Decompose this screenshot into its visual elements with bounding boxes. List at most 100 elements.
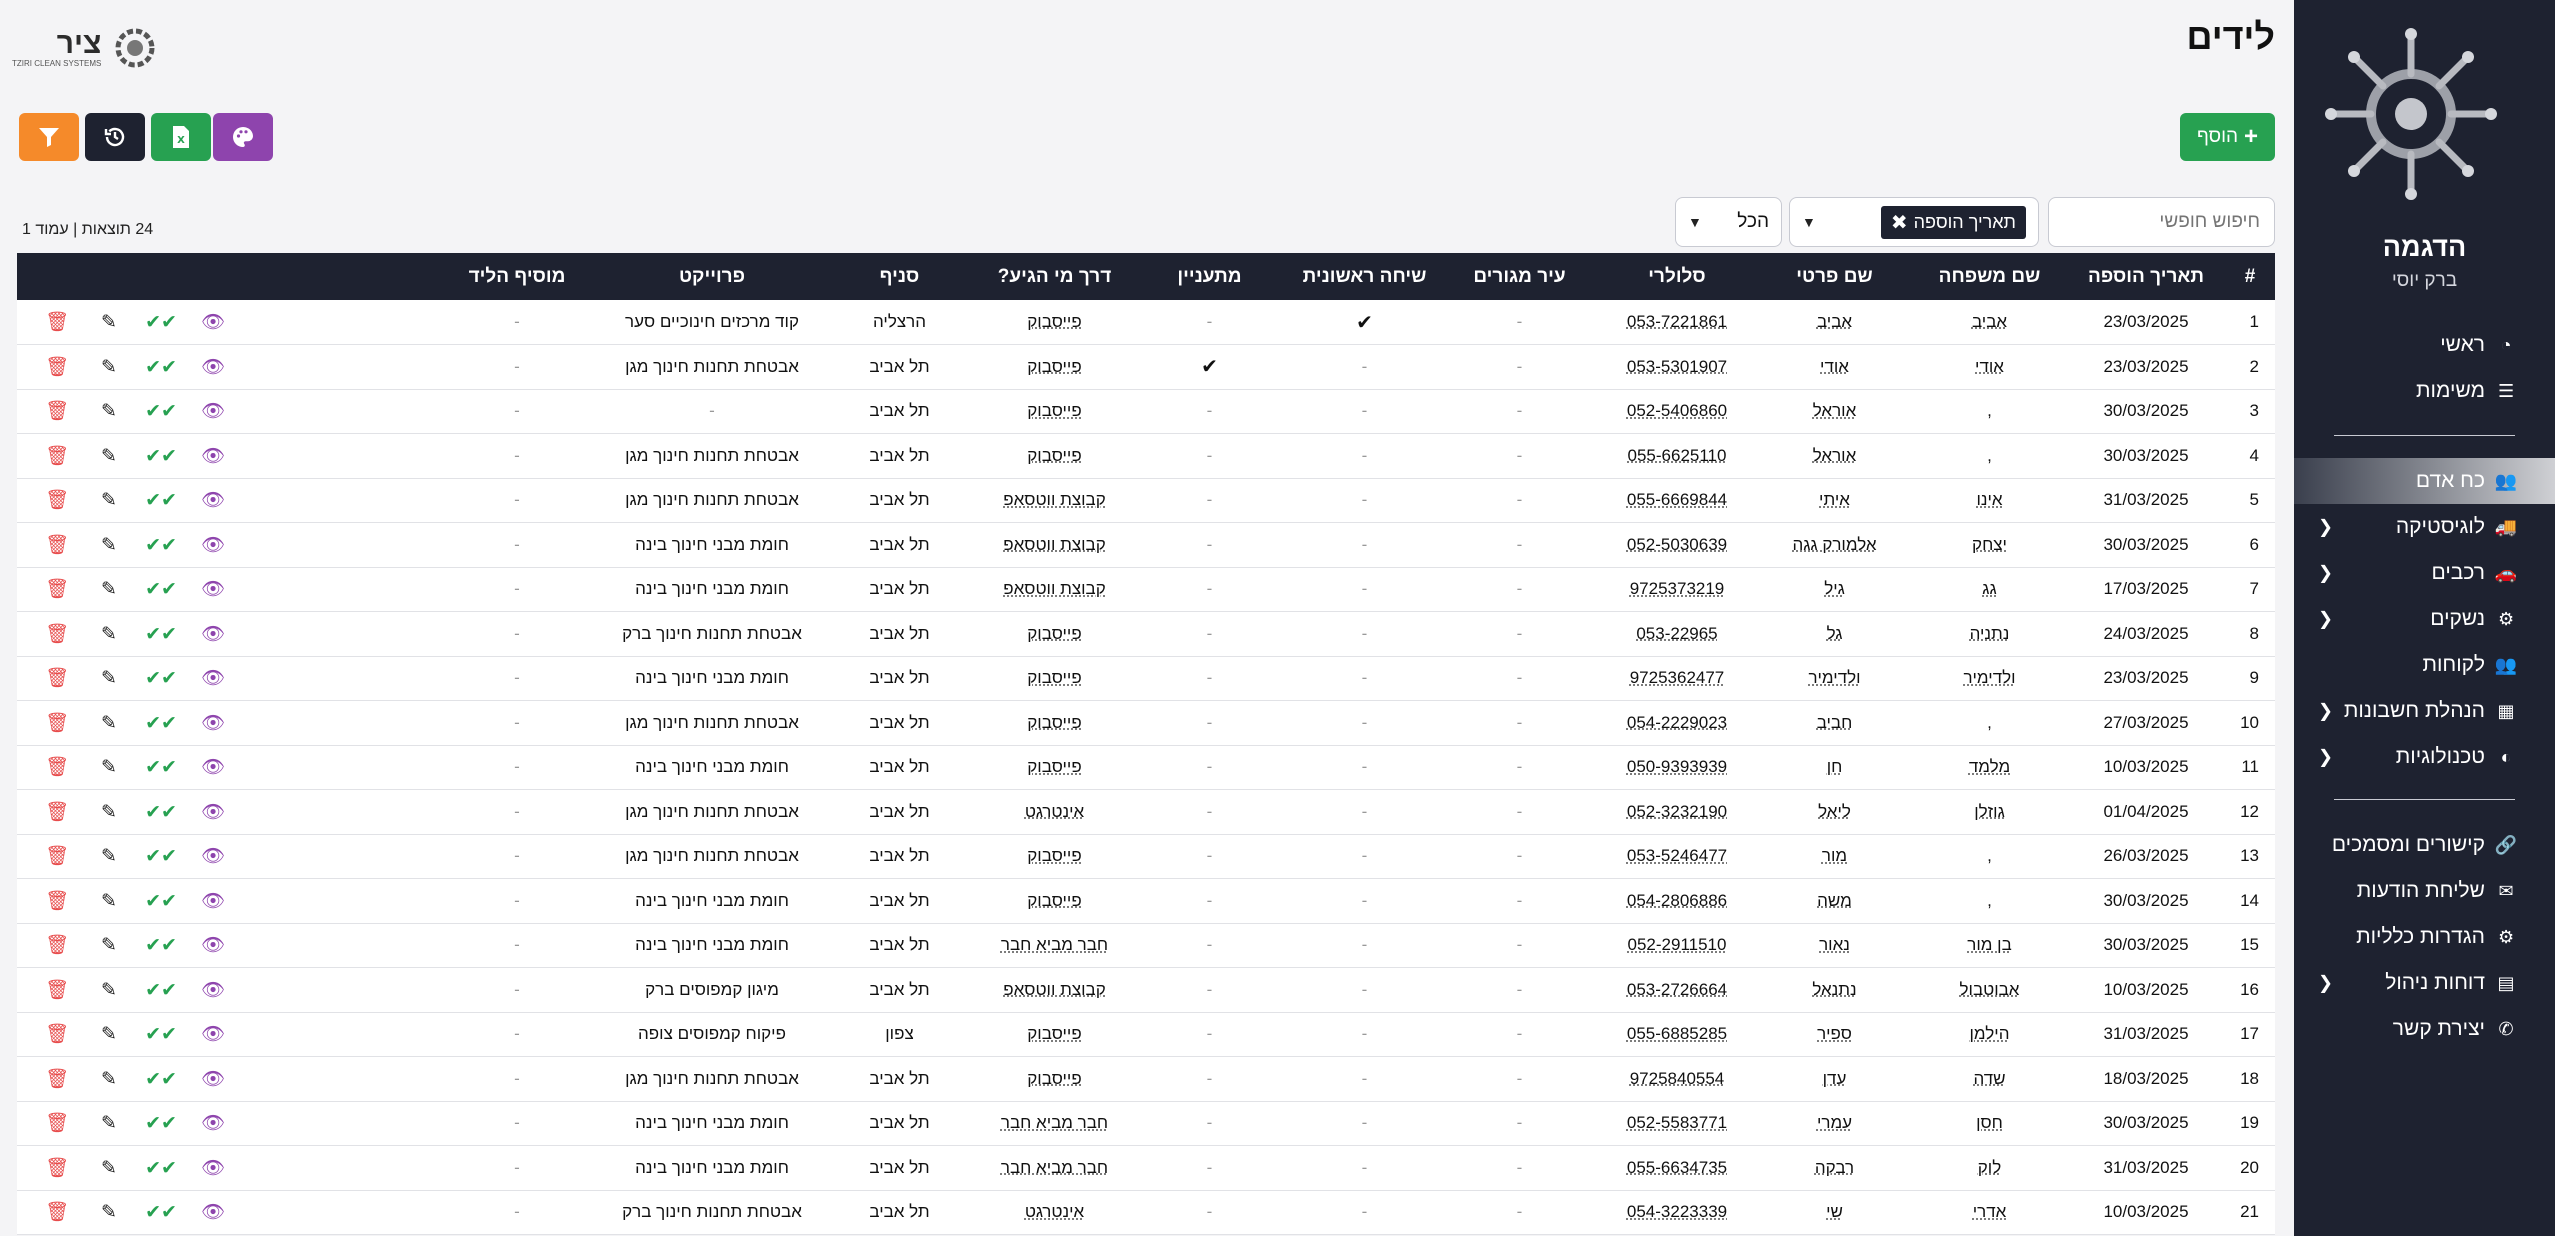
eye-icon[interactable]: 👁 xyxy=(187,577,239,601)
eye-icon[interactable]: 👁 xyxy=(187,844,239,868)
double-check-icon[interactable]: ✔✔ xyxy=(135,534,187,557)
sidebar-item-phone[interactable]: ✆ יצירת קשר xyxy=(2294,1006,2555,1052)
trash-icon[interactable]: 🗑 xyxy=(31,1111,83,1135)
edit-icon[interactable]: ✎ xyxy=(83,356,135,379)
sidebar-item-truck[interactable]: 🚚 לוגיסטיקה ❮ xyxy=(2294,504,2555,550)
edit-icon[interactable]: ✎ xyxy=(83,489,135,512)
trash-icon[interactable]: 🗑 xyxy=(31,355,83,379)
eye-icon[interactable]: 👁 xyxy=(187,488,239,512)
double-check-icon[interactable]: ✔✔ xyxy=(135,623,187,646)
sidebar-item-tech[interactable]: ◐ טכנולוגיות ❮ xyxy=(2294,734,2555,780)
sidebar-item-gun[interactable]: ⚙ נשקים ❮ xyxy=(2294,596,2555,642)
edit-icon[interactable]: ✎ xyxy=(83,445,135,468)
sidebar-item-settings[interactable]: ⚙ הגדרות כלליות xyxy=(2294,914,2555,960)
edit-icon[interactable]: ✎ xyxy=(83,890,135,913)
sidebar-item-customers[interactable]: 👥 לקוחות xyxy=(2294,642,2555,688)
edit-icon[interactable]: ✎ xyxy=(83,667,135,690)
double-check-icon[interactable]: ✔✔ xyxy=(135,400,187,423)
add-button[interactable]: + הוסף xyxy=(2180,113,2275,161)
edit-icon[interactable]: ✎ xyxy=(83,845,135,868)
edit-icon[interactable]: ✎ xyxy=(83,311,135,334)
trash-icon[interactable]: 🗑 xyxy=(31,1067,83,1091)
eye-icon[interactable]: 👁 xyxy=(187,622,239,646)
sidebar-item-link[interactable]: 🔗 קישורים ומסמכים xyxy=(2294,822,2555,868)
trash-icon[interactable]: 🗑 xyxy=(31,800,83,824)
double-check-icon[interactable]: ✔✔ xyxy=(135,845,187,868)
trash-icon[interactable]: 🗑 xyxy=(31,577,83,601)
sidebar-item-car[interactable]: 🚗 רכבים ❮ xyxy=(2294,550,2555,596)
double-check-icon[interactable]: ✔✔ xyxy=(135,1201,187,1224)
eye-icon[interactable]: 👁 xyxy=(187,444,239,468)
eye-icon[interactable]: 👁 xyxy=(187,1022,239,1046)
eye-icon[interactable]: 👁 xyxy=(187,711,239,735)
sidebar-item-reports[interactable]: ▤ דוחות ניהול ❮ xyxy=(2294,960,2555,1006)
double-check-icon[interactable]: ✔✔ xyxy=(135,756,187,779)
eye-icon[interactable]: 👁 xyxy=(187,666,239,690)
remove-tag-icon[interactable]: ✖ xyxy=(1891,210,1908,235)
double-check-icon[interactable]: ✔✔ xyxy=(135,890,187,913)
sort-tag[interactable]: תאריך הוספה ✖ xyxy=(1880,206,2026,239)
double-check-icon[interactable]: ✔✔ xyxy=(135,667,187,690)
trash-icon[interactable]: 🗑 xyxy=(31,844,83,868)
export-excel-button[interactable]: X xyxy=(151,113,211,161)
eye-icon[interactable]: 👁 xyxy=(187,889,239,913)
trash-icon[interactable]: 🗑 xyxy=(31,711,83,735)
eye-icon[interactable]: 👁 xyxy=(187,755,239,779)
eye-icon[interactable]: 👁 xyxy=(187,533,239,557)
trash-icon[interactable]: 🗑 xyxy=(31,978,83,1002)
eye-icon[interactable]: 👁 xyxy=(187,1111,239,1135)
eye-icon[interactable]: 👁 xyxy=(187,800,239,824)
sidebar-item-users[interactable]: 👥 כח אדם xyxy=(2294,458,2555,504)
trash-icon[interactable]: 🗑 xyxy=(31,310,83,334)
double-check-icon[interactable]: ✔✔ xyxy=(135,979,187,1002)
edit-icon[interactable]: ✎ xyxy=(83,756,135,779)
trash-icon[interactable]: 🗑 xyxy=(31,533,83,557)
edit-icon[interactable]: ✎ xyxy=(83,1023,135,1046)
double-check-icon[interactable]: ✔✔ xyxy=(135,489,187,512)
sidebar-item-envelope[interactable]: ✉ שליחת הודעות xyxy=(2294,868,2555,914)
trash-icon[interactable]: 🗑 xyxy=(31,399,83,423)
sidebar-item-ledger[interactable]: ▦ הנהלת חשבונות ❮ xyxy=(2294,688,2555,734)
eye-icon[interactable]: 👁 xyxy=(187,355,239,379)
edit-icon[interactable]: ✎ xyxy=(83,1068,135,1091)
trash-icon[interactable]: 🗑 xyxy=(31,1200,83,1224)
eye-icon[interactable]: 👁 xyxy=(187,978,239,1002)
trash-icon[interactable]: 🗑 xyxy=(31,933,83,957)
double-check-icon[interactable]: ✔✔ xyxy=(135,356,187,379)
eye-icon[interactable]: 👁 xyxy=(187,399,239,423)
edit-icon[interactable]: ✎ xyxy=(83,712,135,735)
theme-button[interactable] xyxy=(213,113,273,161)
double-check-icon[interactable]: ✔✔ xyxy=(135,1112,187,1135)
eye-icon[interactable]: 👁 xyxy=(187,1156,239,1180)
sidebar-item-gauge[interactable]: ◔ ראשי xyxy=(2294,322,2555,368)
edit-icon[interactable]: ✎ xyxy=(83,934,135,957)
edit-icon[interactable]: ✎ xyxy=(83,801,135,824)
edit-icon[interactable]: ✎ xyxy=(83,578,135,601)
sort-select[interactable]: תאריך הוספה ✖ ▼ xyxy=(1789,197,2039,247)
history-button[interactable] xyxy=(85,113,145,161)
trash-icon[interactable]: 🗑 xyxy=(31,1022,83,1046)
double-check-icon[interactable]: ✔✔ xyxy=(135,445,187,468)
filter-all-select[interactable]: הכל ▼ xyxy=(1675,197,1782,247)
double-check-icon[interactable]: ✔✔ xyxy=(135,578,187,601)
trash-icon[interactable]: 🗑 xyxy=(31,622,83,646)
trash-icon[interactable]: 🗑 xyxy=(31,755,83,779)
edit-icon[interactable]: ✎ xyxy=(83,534,135,557)
double-check-icon[interactable]: ✔✔ xyxy=(135,311,187,334)
sidebar-item-tasks[interactable]: ☰ משימות xyxy=(2294,368,2555,414)
double-check-icon[interactable]: ✔✔ xyxy=(135,934,187,957)
trash-icon[interactable]: 🗑 xyxy=(31,444,83,468)
eye-icon[interactable]: 👁 xyxy=(187,933,239,957)
edit-icon[interactable]: ✎ xyxy=(83,623,135,646)
trash-icon[interactable]: 🗑 xyxy=(31,488,83,512)
trash-icon[interactable]: 🗑 xyxy=(31,666,83,690)
double-check-icon[interactable]: ✔✔ xyxy=(135,1023,187,1046)
trash-icon[interactable]: 🗑 xyxy=(31,1156,83,1180)
trash-icon[interactable]: 🗑 xyxy=(31,889,83,913)
double-check-icon[interactable]: ✔✔ xyxy=(135,1068,187,1091)
double-check-icon[interactable]: ✔✔ xyxy=(135,801,187,824)
eye-icon[interactable]: 👁 xyxy=(187,310,239,334)
filter-button[interactable] xyxy=(19,113,79,161)
edit-icon[interactable]: ✎ xyxy=(83,1157,135,1180)
double-check-icon[interactable]: ✔✔ xyxy=(135,712,187,735)
